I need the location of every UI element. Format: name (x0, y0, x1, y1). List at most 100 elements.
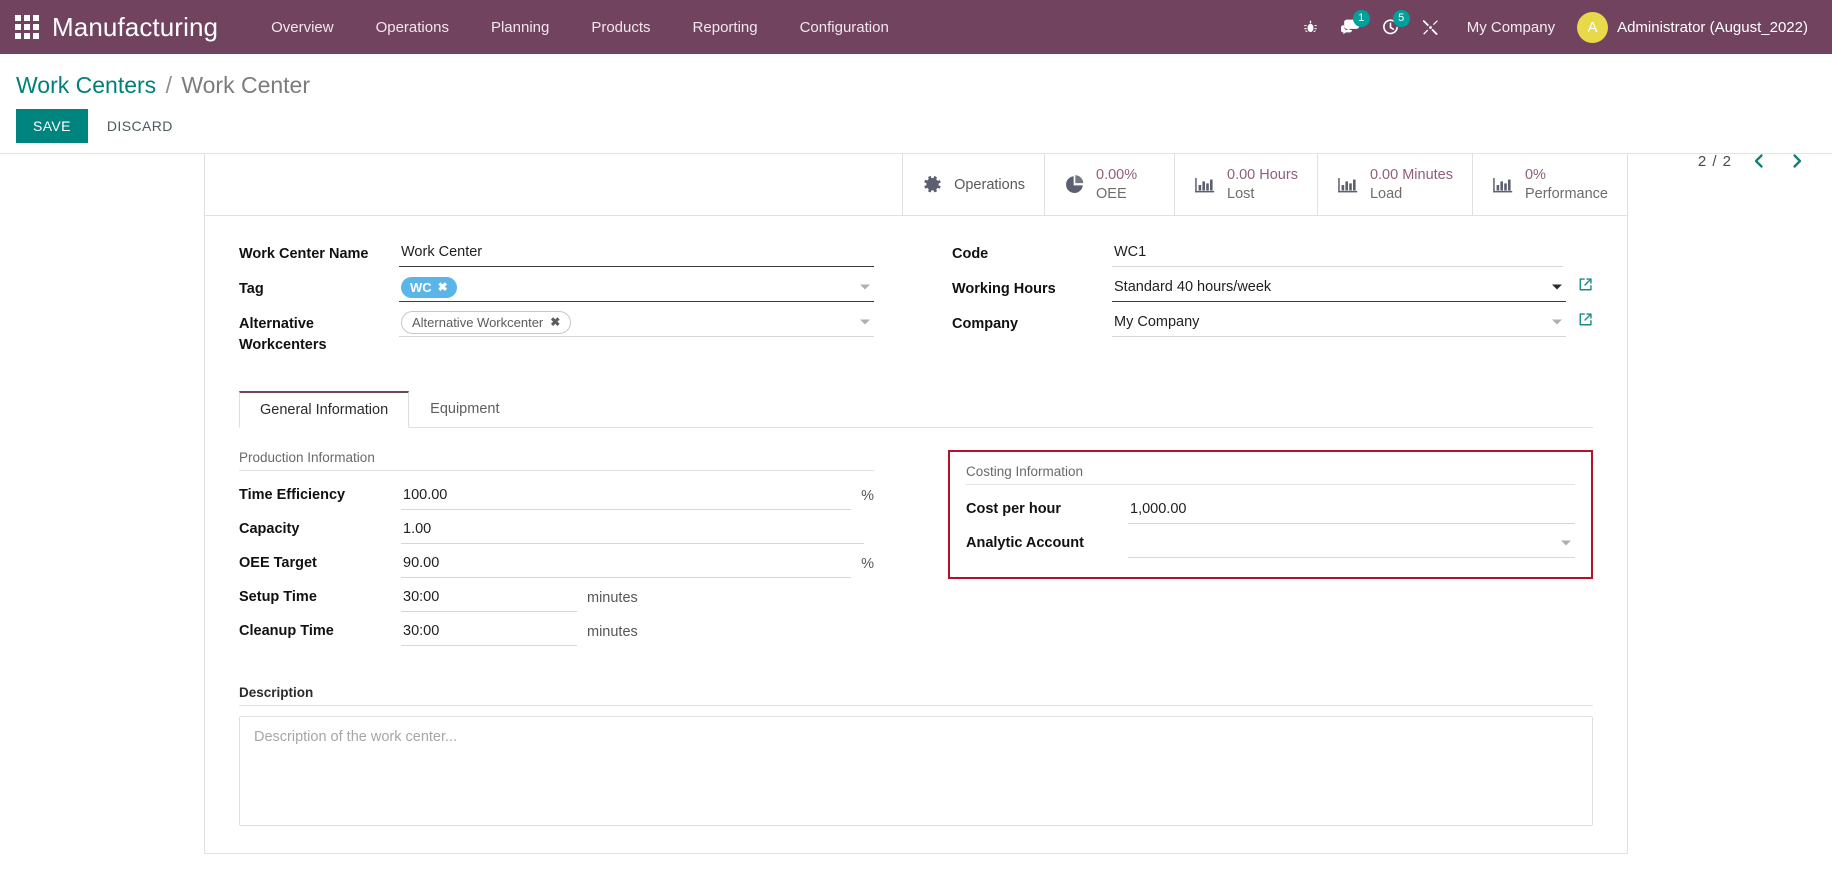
breadcrumb-current: Work Center (181, 72, 311, 98)
chevron-down-icon (860, 319, 870, 325)
tag-chip-wc[interactable]: WC ✖ (401, 276, 457, 298)
menu-item-configuration[interactable]: Configuration (779, 11, 910, 44)
messaging-icon[interactable]: 1 (1331, 8, 1371, 46)
setup-time-input[interactable] (401, 583, 577, 613)
field-company: Company My Company (952, 308, 1593, 339)
smart-button-load-label: Load (1369, 185, 1403, 202)
description-textarea[interactable] (239, 716, 1593, 827)
header-fields: Work Center Name Tag WC ✖ (205, 216, 1627, 365)
oee-target-input[interactable] (401, 549, 852, 579)
internal-link-icon[interactable] (1578, 273, 1593, 292)
smart-button-hours-lost[interactable]: 0.00 Hours Lost (1174, 154, 1317, 215)
smart-button-performance-value: 0% (1524, 167, 1546, 184)
breadcrumb: Work Centers / Work Center (16, 72, 1810, 99)
smart-button-operations-label: Operations (954, 176, 1026, 193)
chevron-right-icon[interactable] (1786, 150, 1808, 172)
cleanup-time-input[interactable] (401, 617, 577, 647)
smart-button-bar: Operations 0.00% OEE 0.00 Hours Lost 0.0… (205, 154, 1627, 216)
capacity-input[interactable] (401, 515, 864, 545)
chevron-down-icon (1552, 319, 1562, 325)
field-code: Code (952, 238, 1593, 269)
pager: 2 / 2 (1698, 150, 1808, 172)
smart-button-hours-lost-value: 0.00 Hours (1227, 167, 1298, 184)
gear-icon (922, 174, 943, 195)
tab-general-information[interactable]: General Information (239, 391, 410, 429)
tag-chip-alternative-workcenter[interactable]: Alternative Workcenter ✖ (401, 310, 572, 334)
breadcrumb-separator: / (165, 72, 172, 98)
smart-button-operations[interactable]: Operations (902, 154, 1044, 215)
smart-button-oee-value: 0.00% (1096, 167, 1138, 184)
header-fields-right: Code Working Hours (916, 238, 1593, 359)
field-oee-target: OEE Target % (239, 549, 874, 579)
tools-icon[interactable] (1411, 8, 1451, 46)
user-menu[interactable]: A Administrator (August_2022) (1571, 8, 1814, 47)
smart-button-hours-lost-label: Lost (1227, 185, 1255, 202)
messaging-badge: 1 (1352, 10, 1370, 27)
time-efficiency-input[interactable] (401, 481, 852, 511)
tag-input-area[interactable]: WC ✖ (399, 273, 874, 302)
breadcrumb-root[interactable]: Work Centers (16, 72, 156, 98)
tag-chip-alternative-workcenter-remove-icon[interactable]: ✖ (550, 315, 560, 329)
menu-item-products[interactable]: Products (570, 11, 671, 44)
activities-clock-icon[interactable]: 5 (1371, 8, 1411, 46)
bar-chart-icon (1492, 175, 1514, 195)
field-cleanup-time: Cleanup Time minutes (239, 617, 874, 647)
chevron-left-icon[interactable] (1748, 150, 1770, 172)
company-switcher[interactable]: My Company (1451, 11, 1571, 44)
menu-item-reporting[interactable]: Reporting (672, 11, 779, 44)
cost-per-hour-input[interactable] (1128, 495, 1575, 525)
control-panel-buttons: SAVE DISCARD (16, 109, 1810, 143)
smart-button-oee[interactable]: 0.00% OEE (1044, 154, 1174, 215)
tag-chip-wc-remove-icon[interactable]: ✖ (438, 280, 448, 294)
notebook-tabs: General Information Equipment (239, 391, 1593, 429)
apps-grid-icon[interactable] (10, 10, 44, 44)
field-cost-per-hour: Cost per hour (966, 495, 1575, 525)
field-working-hours: Working Hours Standard 40 hours/week (952, 273, 1593, 304)
field-analytic-account-label: Analytic Account (966, 535, 1084, 552)
menu-item-planning[interactable]: Planning (470, 11, 570, 44)
menu-item-operations[interactable]: Operations (355, 11, 470, 44)
company-value: My Company (1114, 314, 1200, 330)
top-navbar: Manufacturing Overview Operations Planni… (0, 0, 1832, 54)
avatar: A (1577, 11, 1609, 43)
field-alternative-workcenters: Alternative Workcenters Alternative Work… (239, 308, 874, 355)
bug-icon[interactable] (1291, 8, 1331, 46)
description-group: Description (239, 673, 1593, 831)
menu-item-overview[interactable]: Overview (250, 11, 355, 44)
control-panel: Work Centers / Work Center SAVE DISCARD … (0, 54, 1832, 170)
working-hours-select[interactable]: Standard 40 hours/week (1112, 273, 1566, 302)
pager-value: 2 / 2 (1697, 152, 1732, 170)
field-work-center-name: Work Center Name (239, 238, 874, 269)
chevron-down-icon (1552, 284, 1562, 290)
group-costing-information-wrapper: Costing Information Cost per hour Analyt… (916, 450, 1593, 580)
field-oee-target-label: OEE Target (239, 555, 317, 572)
field-capacity-label: Capacity (239, 521, 300, 538)
app-brand-title[interactable]: Manufacturing (52, 12, 218, 43)
save-button[interactable]: SAVE (16, 109, 88, 143)
pie-chart-icon (1064, 174, 1085, 195)
work-center-name-input[interactable] (399, 238, 874, 267)
group-production-information-title: Production Information (239, 450, 874, 472)
company-select[interactable]: My Company (1112, 308, 1566, 337)
field-capacity: Capacity (239, 515, 874, 545)
tab-page-general-information: Production Information Time Efficiency %… (205, 428, 1627, 841)
field-cleanup-time-label: Cleanup Time (239, 623, 334, 640)
cleanup-time-suffix: minutes (587, 623, 638, 640)
smart-button-load[interactable]: 0.00 Minutes Load (1316, 154, 1472, 215)
field-working-hours-label: Working Hours (952, 281, 1056, 297)
header-fields-left: Work Center Name Tag WC ✖ (239, 238, 916, 359)
activities-badge: 5 (1392, 10, 1410, 27)
smart-button-performance-label: Performance (1524, 185, 1608, 202)
internal-link-icon[interactable] (1578, 308, 1593, 327)
analytic-account-select[interactable] (1128, 529, 1575, 559)
form-view-content: Operations 0.00% OEE 0.00 Hours Lost 0.0… (0, 154, 1832, 889)
smart-button-oee-label: OEE (1096, 185, 1127, 202)
smart-button-performance[interactable]: 0% Performance (1471, 154, 1627, 215)
description-label: Description (239, 685, 1593, 707)
setup-time-suffix: minutes (587, 589, 638, 606)
alternative-workcenters-input-area[interactable]: Alternative Workcenter ✖ (399, 308, 874, 337)
code-input[interactable] (1112, 238, 1563, 267)
discard-button[interactable]: DISCARD (94, 109, 186, 143)
working-hours-value: Standard 40 hours/week (1114, 279, 1272, 295)
tab-equipment[interactable]: Equipment (409, 391, 520, 428)
